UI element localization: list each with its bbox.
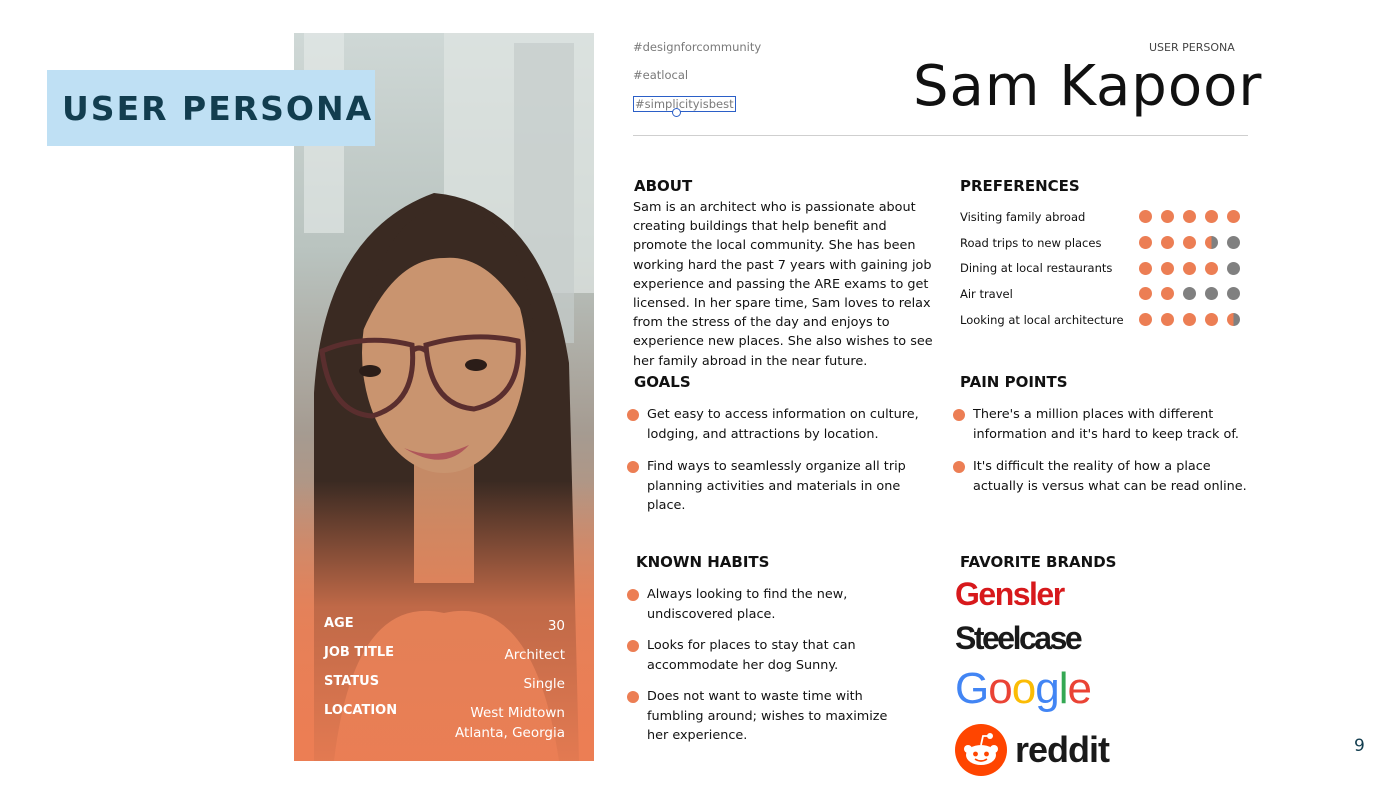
about-heading: ABOUT: [634, 177, 693, 195]
preferences-heading: PREFERENCES: [960, 177, 1080, 195]
goal-item: Get easy to access information on cultur…: [627, 405, 923, 444]
rating-dot: [1161, 313, 1174, 327]
preference-row: Dining at local restaurants: [960, 255, 1240, 281]
preferences-list: Visiting family abroad Road trips to new…: [960, 204, 1240, 332]
hashtag-text: #simplicityisbest: [635, 97, 734, 111]
rating-dot: [1205, 236, 1218, 250]
google-logo: Google: [955, 664, 1092, 714]
stat-value-line: West Midtown: [470, 705, 565, 721]
persona-name: Sam Kapoor: [913, 54, 1263, 119]
page-number: 9: [1354, 736, 1365, 756]
hashtag-selected[interactable]: #simplicityisbest: [633, 96, 736, 117]
stat-value-line: Atlanta, Georgia: [455, 725, 565, 741]
stat-label: LOCATION: [324, 703, 398, 718]
rating-dot: [1227, 287, 1240, 301]
goal-item: Find ways to seamlessly organize all tri…: [627, 457, 923, 516]
preference-label: Looking at local architecture: [960, 312, 1124, 327]
gensler-logo: Gensler: [955, 576, 1065, 612]
preference-rating: [1139, 261, 1240, 275]
hashtag[interactable]: #eatlocal: [633, 68, 688, 82]
stat-value: 30: [548, 616, 565, 636]
header-kicker: USER PERSONA: [1149, 41, 1235, 54]
rating-dot: [1161, 210, 1174, 224]
rating-dot: [1161, 236, 1174, 250]
preference-label: Visiting family abroad: [960, 209, 1086, 224]
stat-value: Single: [523, 674, 565, 694]
google-letter: o: [988, 664, 1013, 713]
habit-item: Does not want to waste time with fumblin…: [627, 687, 898, 746]
rating-dot: [1139, 261, 1152, 275]
resize-handle[interactable]: [672, 108, 681, 117]
pain-points-list: There's a million places with different …: [953, 405, 1289, 496]
stat-label: STATUS: [324, 674, 380, 689]
rating-dot: [1183, 210, 1196, 224]
preference-rating: [1139, 210, 1240, 224]
banner-title: USER PERSONA: [62, 88, 374, 128]
stat-age: AGE 30: [324, 616, 565, 636]
rating-dot: [1139, 313, 1152, 327]
rating-dot: [1183, 287, 1196, 301]
rating-dot: [1205, 261, 1218, 275]
preference-label: Air travel: [960, 286, 1013, 301]
stat-value: Architect: [504, 645, 565, 665]
stat-job-title: JOB TITLE Architect: [324, 645, 565, 665]
rating-dot: [1139, 287, 1152, 301]
preference-row: Visiting family abroad: [960, 204, 1240, 230]
rating-dot: [1161, 287, 1174, 301]
goals-heading: GOALS: [634, 373, 691, 391]
hashtag[interactable]: #designforcommunity: [633, 40, 761, 54]
rating-dot: [1205, 287, 1218, 301]
stat-label: JOB TITLE: [324, 645, 395, 660]
preference-rating: [1139, 287, 1240, 301]
preference-rating: [1139, 236, 1240, 250]
steelcase-logo: Steelcase: [955, 620, 1083, 656]
header-divider: [633, 135, 1248, 136]
user-persona-banner: USER PERSONA: [47, 70, 375, 146]
stat-value-line: Single: [523, 676, 565, 692]
reddit-alien-icon: [955, 724, 1007, 776]
hashtag-list: #designforcommunity #eatlocal #simplicit…: [633, 40, 761, 124]
preference-label: Dining at local restaurants: [960, 261, 1113, 276]
persona-stats: AGE 30 JOB TITLE Architect STATUS Single…: [324, 607, 565, 743]
reddit-logo: reddit: [955, 724, 1110, 776]
rating-dot: [1205, 210, 1218, 224]
pain-points-heading: PAIN POINTS: [960, 373, 1068, 391]
preference-row: Looking at local architecture: [960, 307, 1240, 333]
goals-list: Get easy to access information on cultur…: [627, 405, 923, 516]
pain-point-item: It's difficult the reality of how a plac…: [953, 457, 1259, 496]
about-text: Sam is an architect who is passionate ab…: [633, 200, 933, 369]
habit-item: Always looking to find the new, undiscov…: [627, 585, 898, 624]
google-letter: g: [1035, 664, 1060, 713]
stat-label: AGE: [324, 616, 354, 631]
preference-row: Road trips to new places: [960, 230, 1240, 256]
reddit-wordmark: reddit: [1015, 729, 1110, 770]
rating-dot: [1227, 261, 1240, 275]
stat-value: West Midtown Atlanta, Georgia: [455, 703, 565, 743]
preference-rating: [1139, 313, 1240, 327]
preference-row: Air travel: [960, 281, 1240, 307]
rating-dot: [1183, 236, 1196, 250]
rating-dot: [1161, 261, 1174, 275]
rating-dot: [1183, 313, 1196, 327]
stat-value-line: 30: [547, 618, 565, 634]
known-habits-heading: KNOWN HABITS: [636, 553, 770, 571]
rating-dot: [1227, 210, 1240, 224]
pain-point-item: There's a million places with different …: [953, 405, 1289, 444]
rating-dot: [1139, 210, 1152, 224]
rating-dot: [1205, 313, 1218, 327]
google-letter: o: [1011, 664, 1037, 713]
rating-dot: [1183, 261, 1196, 275]
google-letter: e: [1067, 664, 1092, 713]
rating-dot: [1139, 236, 1152, 250]
rating-dot: [1227, 313, 1240, 327]
rating-dot: [1227, 236, 1240, 250]
favorite-brands-heading: FAVORITE BRANDS: [960, 553, 1117, 571]
stat-location: LOCATION West Midtown Atlanta, Georgia: [324, 703, 565, 743]
google-letter: G: [955, 664, 989, 713]
stat-value-line: Architect: [504, 647, 565, 663]
habits-list: Always looking to find the new, undiscov…: [627, 585, 898, 746]
habit-item: Looks for places to stay that can accomm…: [627, 636, 898, 675]
preference-label: Road trips to new places: [960, 235, 1102, 250]
stat-status: STATUS Single: [324, 674, 565, 694]
